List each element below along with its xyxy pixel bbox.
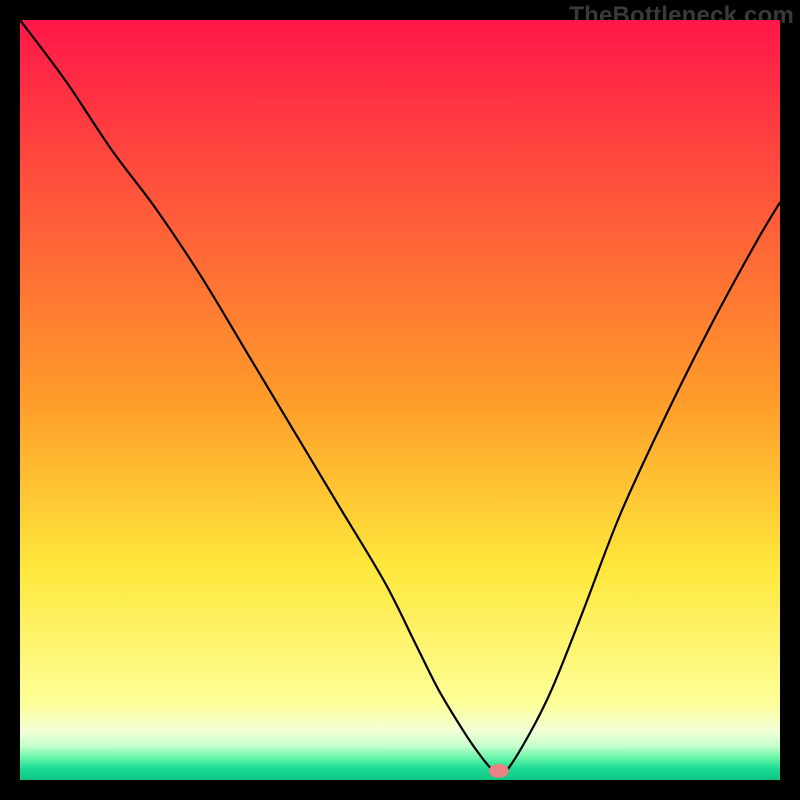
chart-svg (20, 20, 780, 780)
plot-area (20, 20, 780, 780)
gradient-background (20, 20, 780, 780)
min-bottleneck-marker (489, 764, 509, 778)
chart-container: TheBottleneck.com (0, 0, 800, 800)
